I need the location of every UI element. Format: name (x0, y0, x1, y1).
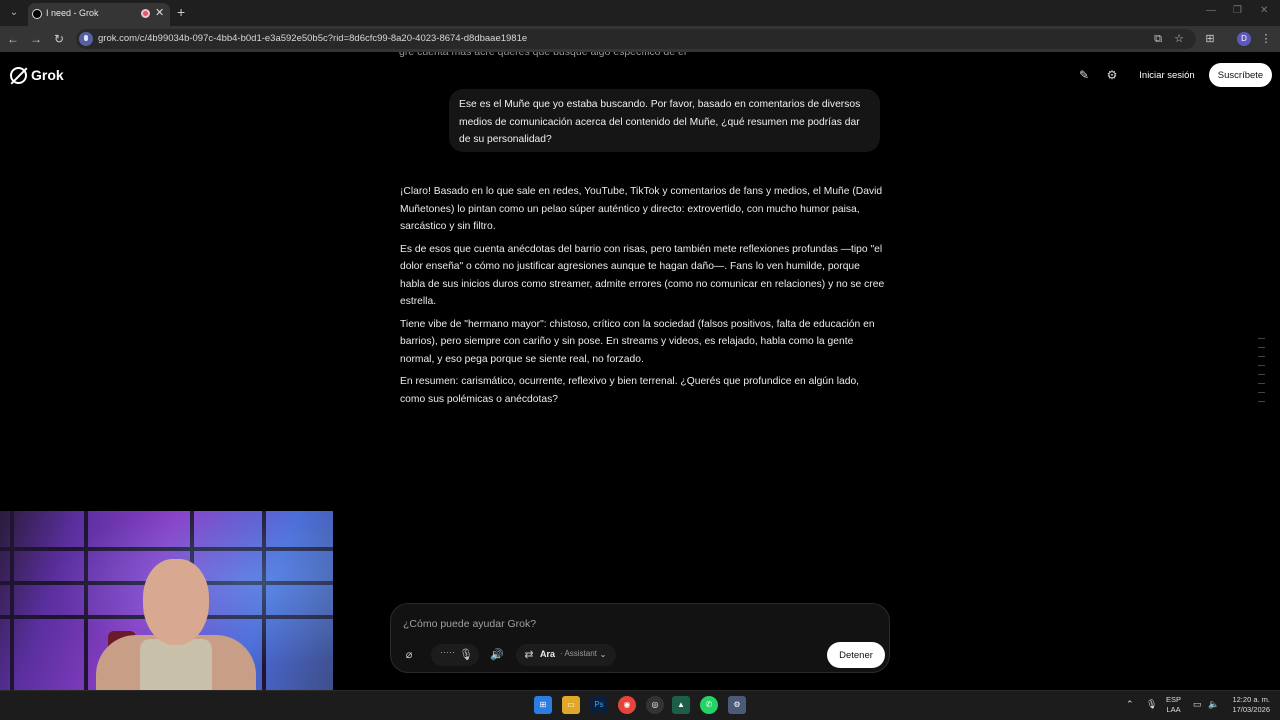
webcam-overlay (0, 511, 333, 690)
attach-paperclip-icon[interactable]: ⌀ (400, 646, 418, 664)
streamer-head (143, 559, 209, 645)
streamer-shirt (140, 639, 212, 690)
prompt-input[interactable] (403, 616, 873, 632)
answer-paragraph: Es de esos que cuenta anécdotas del barr… (400, 243, 885, 308)
close-tab-icon[interactable]: ✕ (155, 6, 164, 19)
microphone-icon[interactable]: 🎙 (457, 646, 475, 664)
new-tab-icon[interactable]: + (177, 4, 185, 20)
minimize-icon[interactable]: — (1206, 5, 1216, 16)
windows-taskbar: ⊞ ▭ Ps ◉ ◎ ▲ ✆ ⚙ ⌃ 🎙 ESP LAA ▭ 🔈 12:20 a… (0, 690, 1280, 720)
language-indicator[interactable]: ESP LAA (1166, 695, 1181, 715)
obs-icon[interactable]: ◎ (646, 696, 664, 714)
grok-logo[interactable]: Grok (10, 65, 64, 85)
back-icon[interactable]: ← (5, 31, 21, 47)
model-selector[interactable]: ⇄ Ara · Assistant ⌄ (516, 644, 616, 666)
file-explorer-icon[interactable]: ▭ (562, 696, 580, 714)
forward-icon[interactable]: → (28, 31, 44, 47)
model-mode: · Assistant (560, 649, 597, 658)
subscribe-button[interactable]: Suscríbete (1209, 63, 1272, 87)
answer-paragraph: ¡Claro! Basado en lo que sale en redes, … (400, 186, 883, 232)
whatsapp-icon[interactable]: ✆ (700, 696, 718, 714)
speaker-icon[interactable]: 🔊 (488, 646, 506, 664)
stop-button[interactable]: Detener (827, 642, 885, 668)
window-close-icon[interactable]: ✕ (1260, 5, 1268, 16)
app-icon[interactable]: ▲ (672, 696, 690, 714)
profile-avatar[interactable]: D (1237, 32, 1251, 46)
menu-kebab-icon[interactable]: ⋮ (1258, 31, 1274, 47)
system-clock[interactable]: 12:20 a. m. 17/03/2026 (1226, 695, 1270, 715)
settings-app-icon[interactable]: ⚙ (728, 696, 746, 714)
chevron-down-icon: ⌄ (599, 650, 607, 659)
chat-composer: ⌀ ····· 🎙 🔊 ⇄ Ara · Assistant ⌄ Detener (390, 603, 890, 673)
tray-chevron-icon[interactable]: ⌃ (1126, 699, 1134, 710)
logo-text: Grok (31, 67, 64, 83)
restore-icon[interactable]: ❐ (1233, 5, 1242, 16)
browser-tabstrip: ⌄ I need - Grok ✕ + — ❐ ✕ (0, 0, 1280, 26)
url-text[interactable]: grok.com/c/4b99034b-097c-4bb4-b0d1-e3a59… (98, 33, 527, 44)
install-app-icon[interactable]: ⧉ (1150, 31, 1166, 47)
windows-start-icon[interactable]: ⊞ (534, 696, 552, 714)
scrolled-text-fragment: gre cuenta más acre querés que busque al… (399, 52, 687, 58)
volume-icon[interactable]: 🔈 (1208, 699, 1219, 710)
browser-toolbar: ← → ↻ grok.com/c/4b99034b-097c-4bb4-b0d1… (0, 26, 1280, 52)
waveform-icon: ····· (440, 647, 455, 657)
reload-icon[interactable]: ↻ (51, 31, 67, 47)
voice-input-control[interactable]: ····· 🎙 (431, 644, 479, 666)
grok-logo-icon (10, 66, 27, 84)
answer-paragraph: Tiene vibe de "hermano mayor": chistoso,… (400, 318, 875, 365)
tab-title: I need - Grok (46, 8, 99, 18)
login-button[interactable]: Iniciar sesión (1134, 63, 1200, 87)
site-info-icon[interactable] (79, 32, 93, 46)
address-bar[interactable]: grok.com/c/4b99034b-097c-4bb4-b0d1-e3a59… (76, 29, 1196, 49)
user-message-bubble: Ese es el Muñe que yo estaba buscando. P… (449, 89, 880, 152)
bookmark-star-icon[interactable]: ☆ (1171, 31, 1187, 47)
browser-tab[interactable]: I need - Grok ✕ (28, 3, 170, 26)
model-name: Ara (540, 649, 556, 659)
grok-favicon-icon (32, 9, 42, 19)
extensions-icon[interactable]: ⊞ (1202, 31, 1218, 47)
tab-search-icon[interactable]: ⌄ (6, 5, 22, 21)
tray-microphone-icon[interactable]: 🎙 (1146, 699, 1157, 710)
settings-gear-icon[interactable]: ⚙ (1104, 67, 1120, 83)
assistant-answer: ¡Claro! Basado en lo que sale en redes, … (400, 183, 885, 413)
recording-indicator-icon (141, 9, 150, 18)
grok-page: gre cuenta más acre querés que busque al… (0, 52, 1280, 690)
answer-paragraph: En resumen: carismático, ocurrente, refl… (400, 376, 860, 405)
display-icon[interactable]: ▭ (1193, 699, 1202, 710)
photoshop-icon[interactable]: Ps (590, 696, 608, 714)
chrome-icon[interactable]: ◉ (618, 696, 636, 714)
new-chat-icon[interactable]: ✎ (1076, 67, 1092, 83)
conversation-minimap[interactable] (1258, 338, 1266, 410)
sliders-icon: ⇄ (524, 649, 534, 661)
